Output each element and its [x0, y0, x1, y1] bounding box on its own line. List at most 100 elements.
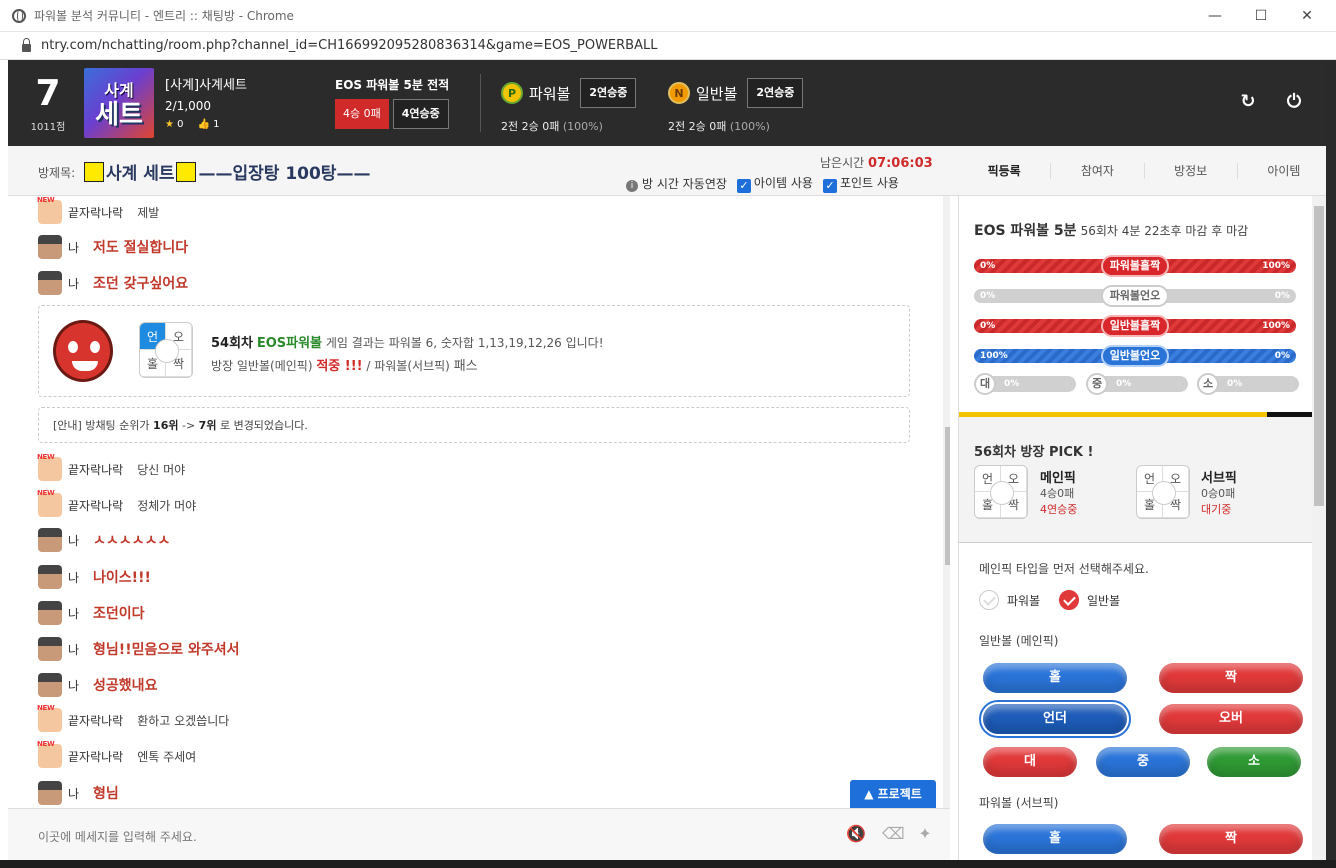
ratio-mini-big: 대 0% — [974, 373, 1076, 395]
chat-text: 환하고 오겠씁니다 — [137, 713, 230, 728]
sub-pick-odd-button[interactable]: 홀 — [983, 824, 1127, 854]
host-pick-area: 56회차 방장 PICK ! 언 오 홀 짝 메인픽 4승0패 4연승중 언 오… — [959, 417, 1312, 543]
radio-powerball-label: 파워볼 — [1007, 593, 1041, 608]
room-title-text: 사계 세트 — [106, 164, 175, 184]
avatar[interactable] — [38, 235, 62, 259]
sub-pick-record: 0승0패 — [1201, 487, 1236, 500]
point-use-checkbox[interactable]: ✓ 포인트 사용 — [822, 174, 899, 193]
pick-over-button[interactable]: 오버 — [1159, 704, 1303, 734]
chat-input[interactable]: 이곳에 메세지를 입력해 주세요. — [38, 828, 197, 845]
remaining-time-value: 07:06:03 — [868, 156, 933, 171]
pick-big-button[interactable]: 대 — [983, 747, 1077, 777]
chat-message: 끝자락나락 엔톡 주세여 — [37, 740, 196, 768]
avatar[interactable] — [38, 528, 62, 552]
avatar[interactable] — [38, 637, 62, 661]
pick-under-button[interactable]: 언더 — [979, 700, 1131, 738]
ratio-mini-mid: 중 0% — [1086, 373, 1188, 395]
chat-user[interactable]: 끝자락나락 — [68, 748, 123, 765]
avatar[interactable] — [38, 673, 62, 697]
ratio-bar-powerball-underover: 0% 0% 파워볼언오 — [974, 285, 1296, 307]
avatar[interactable] — [37, 740, 62, 768]
chat-scrollbar[interactable] — [943, 196, 950, 808]
room-rank: 7 1011점 — [22, 73, 74, 134]
avatar[interactable] — [37, 704, 62, 732]
tab-pick-register[interactable]: 픽등록 — [958, 163, 1050, 179]
avatar[interactable] — [37, 453, 62, 481]
radio-normalball[interactable]: 일반볼 — [1059, 590, 1120, 610]
minimize-button[interactable]: — — [1192, 0, 1238, 32]
notice-prefix: [안내] 방채팅 순위가 — [53, 419, 150, 432]
normalball-icon: N — [668, 82, 690, 104]
tab-participants[interactable]: 참여자 — [1050, 163, 1143, 179]
pick-cell-under: 언 — [1137, 466, 1163, 492]
pick-cell-odd: 홀 — [975, 492, 1001, 518]
chat-user[interactable]: 끝자락나락 — [68, 204, 123, 221]
eos-record: EOS 파워볼 5분 전적 4승 0패 4연승중 — [335, 76, 449, 129]
pick-odd-button[interactable]: 홀 — [983, 663, 1127, 693]
address-bar[interactable]: ntry.com/nchatting/room.php?channel_id=C… — [0, 32, 1336, 60]
game-result-box: 언 오 홀 짝 54회차 EOS파워볼 게임 결과는 파워볼 6, 숫자합 1,… — [38, 305, 910, 397]
chat-area[interactable]: 끝자락나락 제발 나 저도 절실합니다 나 조던 갖구싶어요 언 오 홀 짝 5… — [8, 196, 950, 808]
host-pick-title: 56회차 방장 PICK ! — [974, 445, 1094, 460]
logo-text-top: 사계 — [104, 81, 134, 100]
sub-pick-even-button[interactable]: 짝 — [1159, 824, 1303, 854]
chat-user[interactable]: 끝자락나락 — [68, 712, 123, 729]
powerball-streak: 2연승중 — [580, 78, 637, 108]
avatar[interactable] — [37, 489, 62, 517]
avatar[interactable] — [38, 781, 62, 805]
normalball-name: 일반볼 — [696, 84, 738, 103]
power-icon[interactable]: ⏻ — [1285, 93, 1303, 111]
room-options: i방 시간 자동연장 ✓ 아이템 사용 ✓ 포인트 사용 — [626, 174, 899, 193]
refresh-icon[interactable]: ↻ — [1239, 93, 1257, 111]
item-use-checkbox[interactable]: ✓ 아이템 사용 — [736, 174, 813, 193]
rank-notice: [안내] 방채팅 순위가 16위 -> 7위 로 변경되었습니다. — [38, 407, 910, 443]
checkbox-checked-icon: ✓ — [736, 179, 751, 193]
chat-message: 나 형님!!믿음으로 와주셔서 — [38, 637, 240, 661]
sub-pick-name: 서브픽 — [1201, 471, 1237, 486]
rank-number: 7 — [35, 73, 61, 114]
magic-wand-icon[interactable]: ✦ — [916, 825, 934, 843]
chat-message: 나 나이스!!! — [38, 565, 151, 589]
avatar[interactable] — [37, 196, 62, 224]
auto-extend-option[interactable]: i 방 시간 자동연장 — [626, 175, 727, 192]
avatar[interactable] — [38, 271, 62, 295]
project-button[interactable]: ▲ 프로젝트 — [850, 780, 936, 808]
window-title: 파워볼 분석 커뮤니티 - 엔트리 :: 채팅방 - Chrome — [34, 9, 294, 23]
likes[interactable]: 👍 1 — [198, 119, 220, 130]
pick-small-button[interactable]: 소 — [1207, 747, 1301, 777]
pick-even-button[interactable]: 짝 — [1159, 663, 1303, 693]
room-header: 7 1011점 사계 세트 [사계]사계세트 2/1,000 ★ 0 👍 1 E… — [8, 60, 1330, 146]
tab-items[interactable]: 아이템 — [1236, 163, 1330, 179]
main-pick-status: 4연승중 — [1040, 503, 1078, 516]
radio-powerball[interactable]: 파워볼 — [979, 590, 1040, 610]
avatar[interactable] — [38, 601, 62, 625]
ratio-label: 파워볼홀짝 — [1101, 255, 1169, 277]
tab-room-info[interactable]: 방정보 — [1143, 163, 1237, 179]
chat-scrollbar-thumb[interactable] — [945, 427, 950, 565]
chat-user[interactable]: 끝자락나락 — [68, 461, 123, 478]
sub-pick-status: 대기중 — [1201, 503, 1232, 516]
close-button[interactable]: ✕ — [1284, 0, 1330, 32]
chat-input-bar[interactable]: 이곳에 메세지를 입력해 주세요. 🔇 ⌫ ✦ — [8, 808, 950, 860]
powerball-stats: P 파워볼 2연승중 2전 2승 0패 (100%) — [501, 78, 637, 134]
stars[interactable]: ★ 0 — [165, 119, 184, 130]
panel-scrollbar[interactable] — [1312, 196, 1326, 860]
normalball-pct: (100%) — [729, 120, 770, 133]
avatar[interactable] — [38, 565, 62, 589]
maximize-button[interactable]: ☐ — [1238, 0, 1284, 32]
pick-mid-button[interactable]: 중 — [1096, 747, 1190, 777]
ratio-left: 0% — [980, 291, 996, 301]
window-titlebar: 파워볼 분석 커뮤니티 - 엔트리 :: 채팅방 - Chrome — ☐ ✕ — [0, 0, 1336, 32]
eraser-icon[interactable]: ⌫ — [882, 825, 905, 843]
mute-icon[interactable]: 🔇 — [846, 825, 866, 843]
chat-user: 나 — [68, 606, 80, 621]
mini-label: 대 — [974, 373, 996, 395]
chat-user[interactable]: 끝자락나락 — [68, 497, 123, 514]
chat-message: 나 ㅅㅅㅅㅅㅅㅅ — [38, 528, 170, 552]
result-game: EOS파워볼 — [256, 336, 323, 351]
chat-text: 조던이다 — [93, 606, 145, 622]
powerball-summary: 2전 2승 0패 — [501, 120, 560, 133]
pick-cell-even: 짝 — [1163, 492, 1189, 518]
panel-scrollbar-thumb[interactable] — [1314, 206, 1324, 506]
panel-game-title: EOS 파워볼 5분 56회차 4분 22초후 마감 후 마감 — [974, 220, 1248, 240]
